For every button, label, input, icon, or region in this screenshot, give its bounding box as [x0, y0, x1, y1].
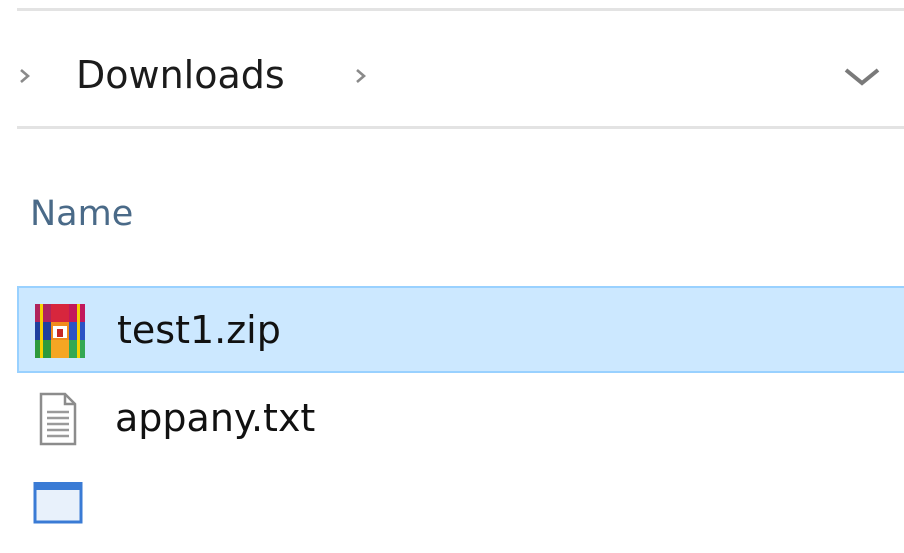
breadcrumb-downloads[interactable]: Downloads	[76, 48, 285, 102]
toolbar-divider	[17, 8, 904, 11]
file-name[interactable]: test1.zip	[117, 302, 281, 358]
address-bar[interactable]: Downloads	[0, 12, 904, 126]
file-row-test1-zip[interactable]: test1.zip	[17, 286, 904, 373]
chevron-down-icon[interactable]	[842, 64, 882, 88]
chevron-right-icon[interactable]	[18, 68, 31, 84]
file-name[interactable]: appany.txt	[115, 390, 315, 446]
file-row-partial[interactable]	[17, 466, 904, 553]
column-header-name[interactable]: Name	[30, 188, 133, 240]
application-window-icon	[33, 482, 83, 524]
file-row-appany-txt[interactable]: appany.txt	[17, 376, 904, 463]
address-bar-divider	[17, 126, 904, 129]
winrar-archive-icon	[35, 304, 85, 358]
chevron-right-icon[interactable]	[354, 68, 367, 84]
text-document-icon	[39, 392, 77, 446]
